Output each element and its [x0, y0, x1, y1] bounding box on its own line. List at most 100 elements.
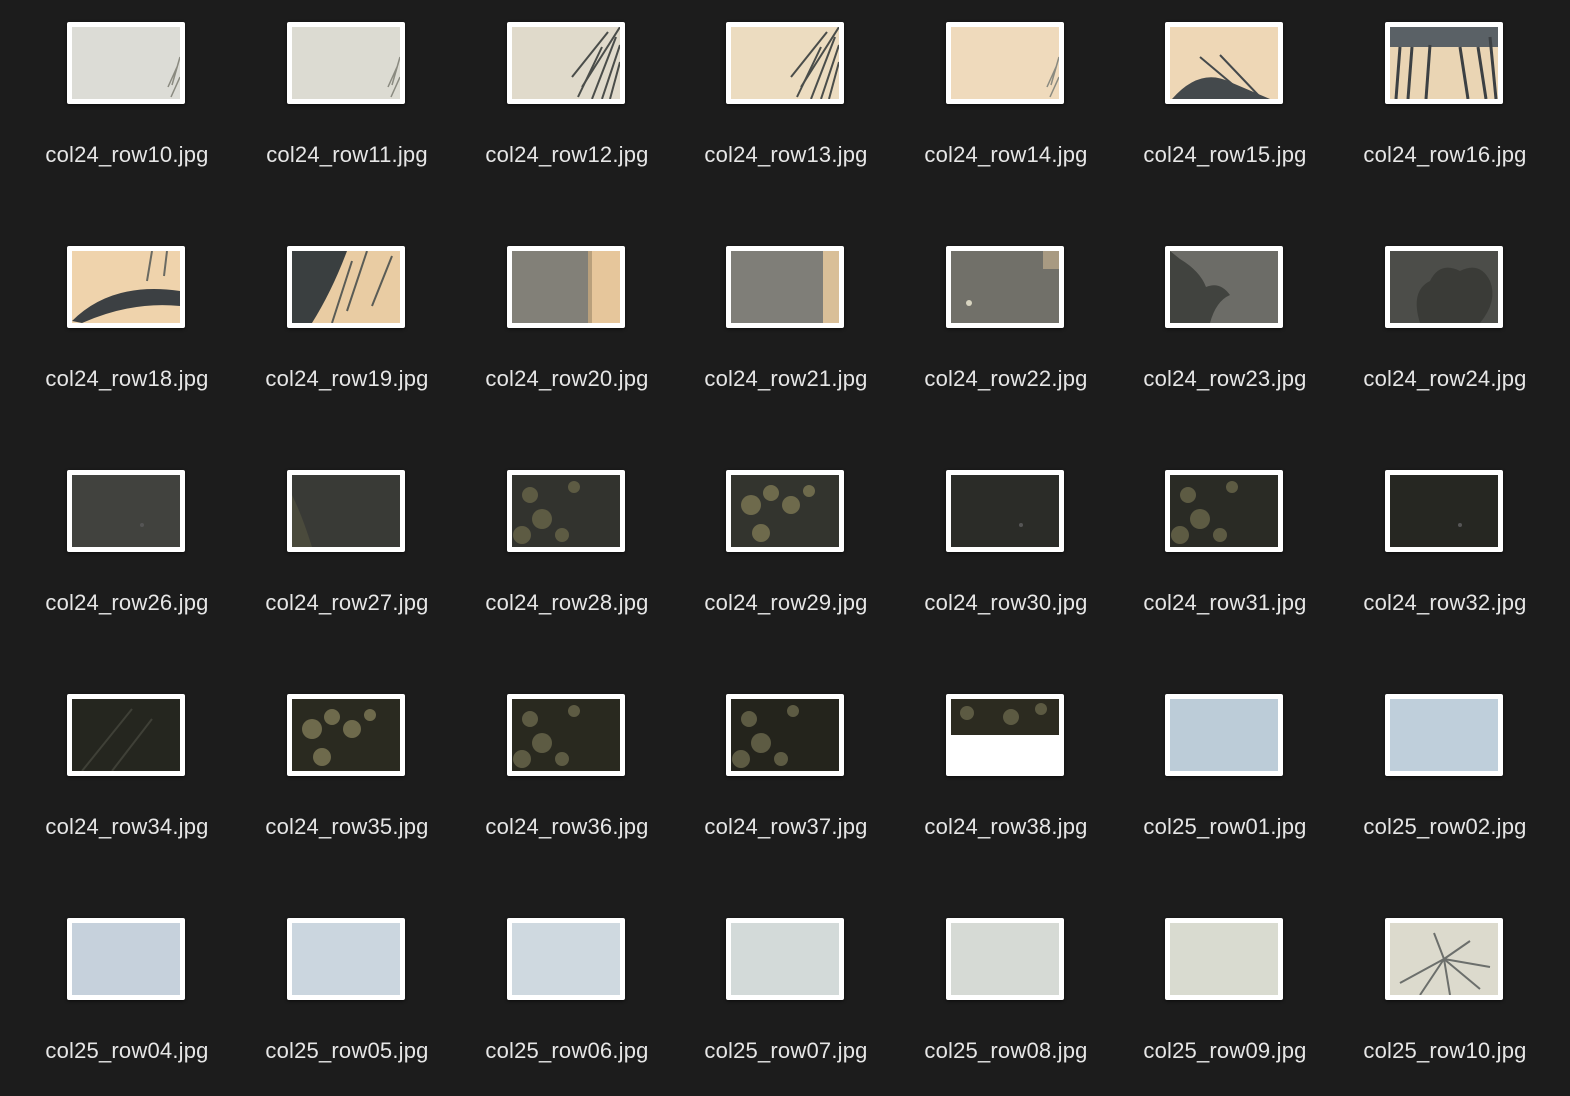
file-item[interactable]: col24_row27.jpg [237, 448, 457, 648]
file-thumbnail[interactable] [1385, 246, 1503, 328]
file-name-label[interactable]: col25_row09.jpg [1115, 1038, 1335, 1064]
file-item[interactable]: col25_row10.jpg [1335, 896, 1555, 1096]
file-item[interactable]: col24_row26.jpg [17, 448, 237, 648]
file-name-label[interactable]: col24_row31.jpg [1115, 590, 1335, 616]
file-thumbnail[interactable] [1385, 470, 1503, 552]
file-thumbnail[interactable] [67, 470, 185, 552]
file-name-label[interactable]: col24_row35.jpg [237, 814, 457, 840]
file-thumbnail[interactable] [726, 694, 844, 776]
file-item[interactable]: col25_row08.jpg [896, 896, 1116, 1096]
file-thumbnail[interactable] [287, 246, 405, 328]
file-item[interactable]: col24_row16.jpg [1335, 0, 1555, 200]
file-item[interactable]: col24_row18.jpg [17, 224, 237, 424]
file-name-label[interactable]: col24_row36.jpg [457, 814, 677, 840]
file-item[interactable]: col24_row19.jpg [237, 224, 457, 424]
file-name-label[interactable]: col24_row12.jpg [457, 142, 677, 168]
file-name-label[interactable]: col24_row28.jpg [457, 590, 677, 616]
file-name-label[interactable]: col24_row15.jpg [1115, 142, 1335, 168]
file-thumbnail[interactable] [67, 22, 185, 104]
file-thumbnail[interactable] [287, 22, 405, 104]
file-name-label[interactable]: col24_row14.jpg [896, 142, 1116, 168]
file-thumbnail[interactable] [726, 22, 844, 104]
file-thumbnail[interactable] [1385, 694, 1503, 776]
file-name-label[interactable]: col24_row11.jpg [237, 142, 457, 168]
file-item[interactable]: col24_row15.jpg [1115, 0, 1335, 200]
file-thumbnail[interactable] [1165, 694, 1283, 776]
file-thumbnail[interactable] [946, 918, 1064, 1000]
file-item[interactable]: col24_row31.jpg [1115, 448, 1335, 648]
file-name-label[interactable]: col24_row18.jpg [17, 366, 237, 392]
file-item[interactable]: col25_row04.jpg [17, 896, 237, 1096]
file-item[interactable]: col24_row37.jpg [676, 672, 896, 872]
file-item[interactable]: col24_row34.jpg [17, 672, 237, 872]
file-name-label[interactable]: col25_row04.jpg [17, 1038, 237, 1064]
file-thumbnail[interactable] [1165, 22, 1283, 104]
file-item[interactable]: col24_row36.jpg [457, 672, 677, 872]
file-name-label[interactable]: col24_row16.jpg [1335, 142, 1555, 168]
file-thumbnail[interactable] [946, 246, 1064, 328]
file-thumbnail[interactable] [1385, 918, 1503, 1000]
file-item[interactable]: col25_row05.jpg [237, 896, 457, 1096]
file-thumbnail[interactable] [1165, 246, 1283, 328]
file-thumbnail[interactable] [507, 918, 625, 1000]
file-name-label[interactable]: col24_row21.jpg [676, 366, 896, 392]
file-thumbnail[interactable] [726, 918, 844, 1000]
file-name-label[interactable]: col24_row34.jpg [17, 814, 237, 840]
file-name-label[interactable]: col25_row08.jpg [896, 1038, 1116, 1064]
file-item[interactable]: col24_row13.jpg [676, 0, 896, 200]
file-thumbnail[interactable] [67, 918, 185, 1000]
file-name-label[interactable]: col24_row29.jpg [676, 590, 896, 616]
file-item[interactable]: col24_row24.jpg [1335, 224, 1555, 424]
file-item[interactable]: col24_row23.jpg [1115, 224, 1335, 424]
file-thumbnail[interactable] [287, 694, 405, 776]
file-name-label[interactable]: col24_row10.jpg [17, 142, 237, 168]
file-thumbnail[interactable] [507, 470, 625, 552]
file-thumbnail[interactable] [507, 246, 625, 328]
file-item[interactable]: col24_row28.jpg [457, 448, 677, 648]
file-name-label[interactable]: col24_row26.jpg [17, 590, 237, 616]
file-item[interactable]: col24_row10.jpg [17, 0, 237, 200]
file-thumbnail[interactable] [726, 246, 844, 328]
file-name-label[interactable]: col24_row38.jpg [896, 814, 1116, 840]
file-item[interactable]: col24_row11.jpg [237, 0, 457, 200]
file-item[interactable]: col24_row12.jpg [457, 0, 677, 200]
file-thumbnail[interactable] [67, 694, 185, 776]
file-thumbnail[interactable] [726, 470, 844, 552]
file-name-label[interactable]: col24_row19.jpg [237, 366, 457, 392]
file-item[interactable]: col24_row32.jpg [1335, 448, 1555, 648]
file-thumbnail[interactable] [287, 470, 405, 552]
file-name-label[interactable]: col24_row32.jpg [1335, 590, 1555, 616]
file-name-label[interactable]: col25_row10.jpg [1335, 1038, 1555, 1064]
file-thumbnail[interactable] [946, 694, 1064, 776]
file-name-label[interactable]: col24_row27.jpg [237, 590, 457, 616]
file-item[interactable]: col24_row29.jpg [676, 448, 896, 648]
file-item[interactable]: col25_row02.jpg [1335, 672, 1555, 872]
file-item[interactable]: col25_row09.jpg [1115, 896, 1335, 1096]
file-name-label[interactable]: col25_row02.jpg [1335, 814, 1555, 840]
file-item[interactable]: col25_row06.jpg [457, 896, 677, 1096]
file-thumbnail[interactable] [946, 22, 1064, 104]
file-thumbnail[interactable] [507, 694, 625, 776]
file-name-label[interactable]: col24_row24.jpg [1335, 366, 1555, 392]
file-name-label[interactable]: col24_row20.jpg [457, 366, 677, 392]
file-item[interactable]: col24_row21.jpg [676, 224, 896, 424]
file-name-label[interactable]: col25_row07.jpg [676, 1038, 896, 1064]
file-thumbnail[interactable] [287, 918, 405, 1000]
file-thumbnail[interactable] [67, 246, 185, 328]
file-item[interactable]: col25_row07.jpg [676, 896, 896, 1096]
file-thumbnail[interactable] [1165, 470, 1283, 552]
file-item[interactable]: col25_row01.jpg [1115, 672, 1335, 872]
file-name-label[interactable]: col24_row22.jpg [896, 366, 1116, 392]
file-item[interactable]: col24_row30.jpg [896, 448, 1116, 648]
file-item[interactable]: col24_row14.jpg [896, 0, 1116, 200]
file-name-label[interactable]: col24_row30.jpg [896, 590, 1116, 616]
file-thumbnail[interactable] [1385, 22, 1503, 104]
file-name-label[interactable]: col25_row05.jpg [237, 1038, 457, 1064]
file-thumbnail[interactable] [946, 470, 1064, 552]
file-name-label[interactable]: col24_row23.jpg [1115, 366, 1335, 392]
file-name-label[interactable]: col24_row37.jpg [676, 814, 896, 840]
file-name-label[interactable]: col25_row06.jpg [457, 1038, 677, 1064]
file-name-label[interactable]: col25_row01.jpg [1115, 814, 1335, 840]
file-thumbnail[interactable] [507, 22, 625, 104]
file-item[interactable]: col24_row38.jpg [896, 672, 1116, 872]
